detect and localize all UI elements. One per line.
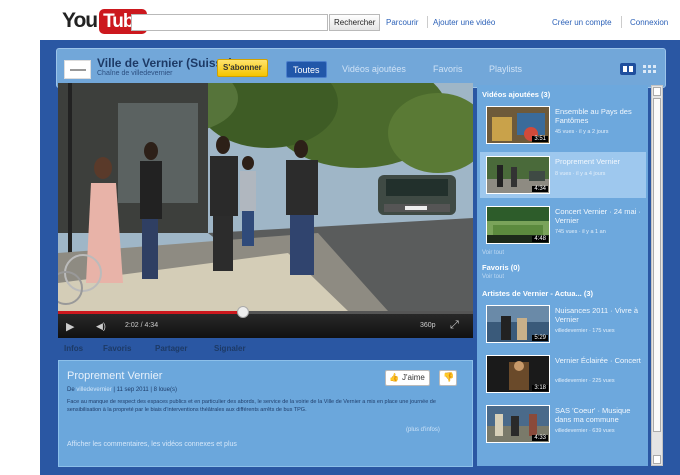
grid-view-large-icon[interactable] xyxy=(620,63,636,75)
video-info-panel: Proprement Vernier 👍 J'aime 👎 De villede… xyxy=(58,360,473,467)
quality-button[interactable]: 360p xyxy=(420,322,436,329)
volume-icon[interactable]: ◀) xyxy=(96,321,106,332)
channel-subtitle: Chaîne de villedevernier xyxy=(97,70,173,77)
player-controls: ▶ ◀) 2:02 / 4:34 360p ⤢ xyxy=(58,306,473,338)
video-thumbnail[interactable]: 3:51 xyxy=(486,106,550,144)
sidebar: Vidéos ajoutées (3) 3:51 Ensemble au Pay… xyxy=(477,85,648,466)
uploads-see-all-link[interactable]: Voir tout xyxy=(482,250,504,256)
progress-fill xyxy=(58,311,243,314)
sign-in-link[interactable]: Connexion xyxy=(630,18,668,27)
sidebar-video-meta: villedevernier · 225 vues xyxy=(555,378,645,384)
sidebar-video-item[interactable]: 4:33 SAS 'Coeur' · Musique dans ma commu… xyxy=(480,401,646,447)
duration-badge: 3:18 xyxy=(532,385,548,391)
more-info-link[interactable]: (plus d'infos) xyxy=(406,427,440,433)
time-display: 2:02 / 4:34 xyxy=(125,322,159,329)
thumbs-up-icon: 👍 xyxy=(389,373,399,382)
video-description: Face au manque de respect des espaces pu… xyxy=(67,399,436,413)
sidebar-video-meta: villedevernier · 639 vues xyxy=(555,428,645,434)
sidebar-video-item[interactable]: 3:18 Vernier Éclairée · Concert villedev… xyxy=(480,351,646,397)
play-icon[interactable]: ▶ xyxy=(66,320,74,333)
duration-badge: 3:51 xyxy=(532,136,548,142)
sidebar-video-title[interactable]: Nuisances 2011 · Vivre à Vernier xyxy=(555,306,645,324)
video-title: Proprement Vernier xyxy=(67,370,163,382)
sidebar-video-item[interactable]: 5:29 Nuisances 2011 · Vivre à Vernier vi… xyxy=(480,301,646,347)
video-thumbnail[interactable]: 4:34 xyxy=(486,156,550,194)
sidebar-video-user[interactable]: villedevernier xyxy=(555,328,587,334)
playlist-heading[interactable]: Artistes de Vernier - Actua... (3) xyxy=(482,289,593,298)
like-label: J'aime xyxy=(401,373,425,382)
sidebar-video-item-selected[interactable]: 4:34 Proprement Vernier 8 vues · il y a … xyxy=(480,152,646,198)
scroll-up-icon[interactable] xyxy=(653,87,661,96)
sidebar-video-meta: villedevernier · 175 vues xyxy=(555,328,645,334)
separator xyxy=(427,16,428,28)
sidebar-video-title[interactable]: Proprement Vernier xyxy=(555,157,645,166)
search-button[interactable]: Rechercher xyxy=(329,14,381,31)
channel-header: Ville de Vernier (Suisse) Chaîne de vill… xyxy=(56,48,666,88)
sidebar-video-title[interactable]: Concert Vernier · 24 mai · Vernier xyxy=(555,207,645,225)
duration-badge: 4:48 xyxy=(532,236,548,242)
tab-favorites[interactable]: Favoris xyxy=(433,61,463,78)
uploader-link[interactable]: villedevernier xyxy=(76,387,111,393)
info-tabs: Infos Favoris Partager Signaler xyxy=(58,340,473,360)
dislike-button[interactable]: 👎 xyxy=(439,370,457,386)
channel-avatar[interactable] xyxy=(64,60,91,79)
favorites-see-all-link[interactable]: Voir tout xyxy=(482,274,504,280)
sidebar-video-user[interactable]: villedevernier xyxy=(555,378,587,384)
scroll-down-icon[interactable] xyxy=(653,455,661,464)
show-comments-link[interactable]: Afficher les commentaires, les vidéos co… xyxy=(67,441,237,448)
tab-share[interactable]: Partager xyxy=(155,344,187,353)
sidebar-video-meta: 745 vues · il y a 1 an xyxy=(555,229,606,235)
uploads-heading[interactable]: Vidéos ajoutées (3) xyxy=(482,90,550,99)
search-input[interactable] xyxy=(131,14,328,31)
video-thumbnail[interactable]: 3:18 xyxy=(486,355,550,393)
subscribe-button[interactable]: S'abonner xyxy=(217,59,268,77)
tab-uploads[interactable]: Vidéos ajoutées xyxy=(342,61,406,78)
tab-playlists[interactable]: Playlists xyxy=(489,61,522,78)
sidebar-video-meta: 45 vues · il y a 2 jours xyxy=(555,129,609,135)
tab-flag[interactable]: Signaler xyxy=(214,344,246,353)
video-thumbnail[interactable]: 4:48 xyxy=(486,206,550,244)
meta-prefix: De xyxy=(67,387,75,393)
duration-badge: 5:29 xyxy=(532,335,548,341)
sidebar-video-title[interactable]: SAS 'Coeur' · Musique dans ma commune xyxy=(555,406,645,424)
channel-frame: Ville de Vernier (Suisse) Chaîne de vill… xyxy=(40,40,680,475)
sidebar-video-title[interactable]: Vernier Éclairée · Concert xyxy=(555,356,645,365)
video-frame[interactable] xyxy=(58,83,473,311)
upload-link[interactable]: Ajouter une vidéo xyxy=(433,18,495,27)
sidebar-video-item[interactable]: 4:48 Concert Vernier · 24 mai · Vernier … xyxy=(480,202,646,248)
separator xyxy=(621,16,622,28)
logo-you: You xyxy=(62,9,98,32)
tab-all[interactable]: Toutes xyxy=(286,61,327,78)
sidebar-video-views: · 225 vues xyxy=(588,378,615,384)
sidebar-video-user[interactable]: villedevernier xyxy=(555,428,587,434)
sidebar-video-views: · 639 vues xyxy=(588,428,615,434)
tab-info-favorites[interactable]: Favoris xyxy=(103,344,131,353)
sidebar-scrollbar[interactable] xyxy=(651,85,663,466)
video-scene xyxy=(58,83,473,311)
channel-title[interactable]: Ville de Vernier (Suisse) xyxy=(97,56,233,70)
sidebar-video-item[interactable]: 3:51 Ensemble au Pays des Fantômes 45 vu… xyxy=(480,102,646,148)
upload-date: | 11 sep 2011 | 8 loue(s) xyxy=(113,387,177,393)
grid-view-small-icon[interactable] xyxy=(642,63,658,75)
video-player[interactable]: ▶ ◀) 2:02 / 4:34 360p ⤢ xyxy=(58,83,473,338)
duration-badge: 4:34 xyxy=(532,186,548,192)
sidebar-video-title[interactable]: Ensemble au Pays des Fantômes xyxy=(555,107,645,125)
progress-scrubber[interactable] xyxy=(236,306,249,318)
tab-info[interactable]: Infos xyxy=(64,344,83,353)
sidebar-video-meta: 8 vues · il y a 4 jours xyxy=(555,171,606,177)
create-account-link[interactable]: Créer un compte xyxy=(552,18,612,27)
video-meta: De villedevernier | 11 sep 2011 | 8 loue… xyxy=(67,387,177,393)
thumbs-down-icon: 👎 xyxy=(443,372,455,382)
scrollbar-thumb[interactable] xyxy=(653,98,661,432)
fullscreen-icon[interactable]: ⤢ xyxy=(450,319,459,332)
sidebar-video-views: · 175 vues xyxy=(588,328,615,334)
favorites-heading[interactable]: Favoris (0) xyxy=(482,263,520,272)
video-thumbnail[interactable]: 5:29 xyxy=(486,305,550,343)
duration-badge: 4:33 xyxy=(532,435,548,441)
browse-link[interactable]: Parcourir xyxy=(386,18,418,27)
progress-bar[interactable] xyxy=(58,306,473,318)
like-button[interactable]: 👍 J'aime xyxy=(385,370,430,386)
top-bar: You Tube Rechercher Parcourir Ajouter un… xyxy=(0,0,680,40)
video-thumbnail[interactable]: 4:33 xyxy=(486,405,550,443)
